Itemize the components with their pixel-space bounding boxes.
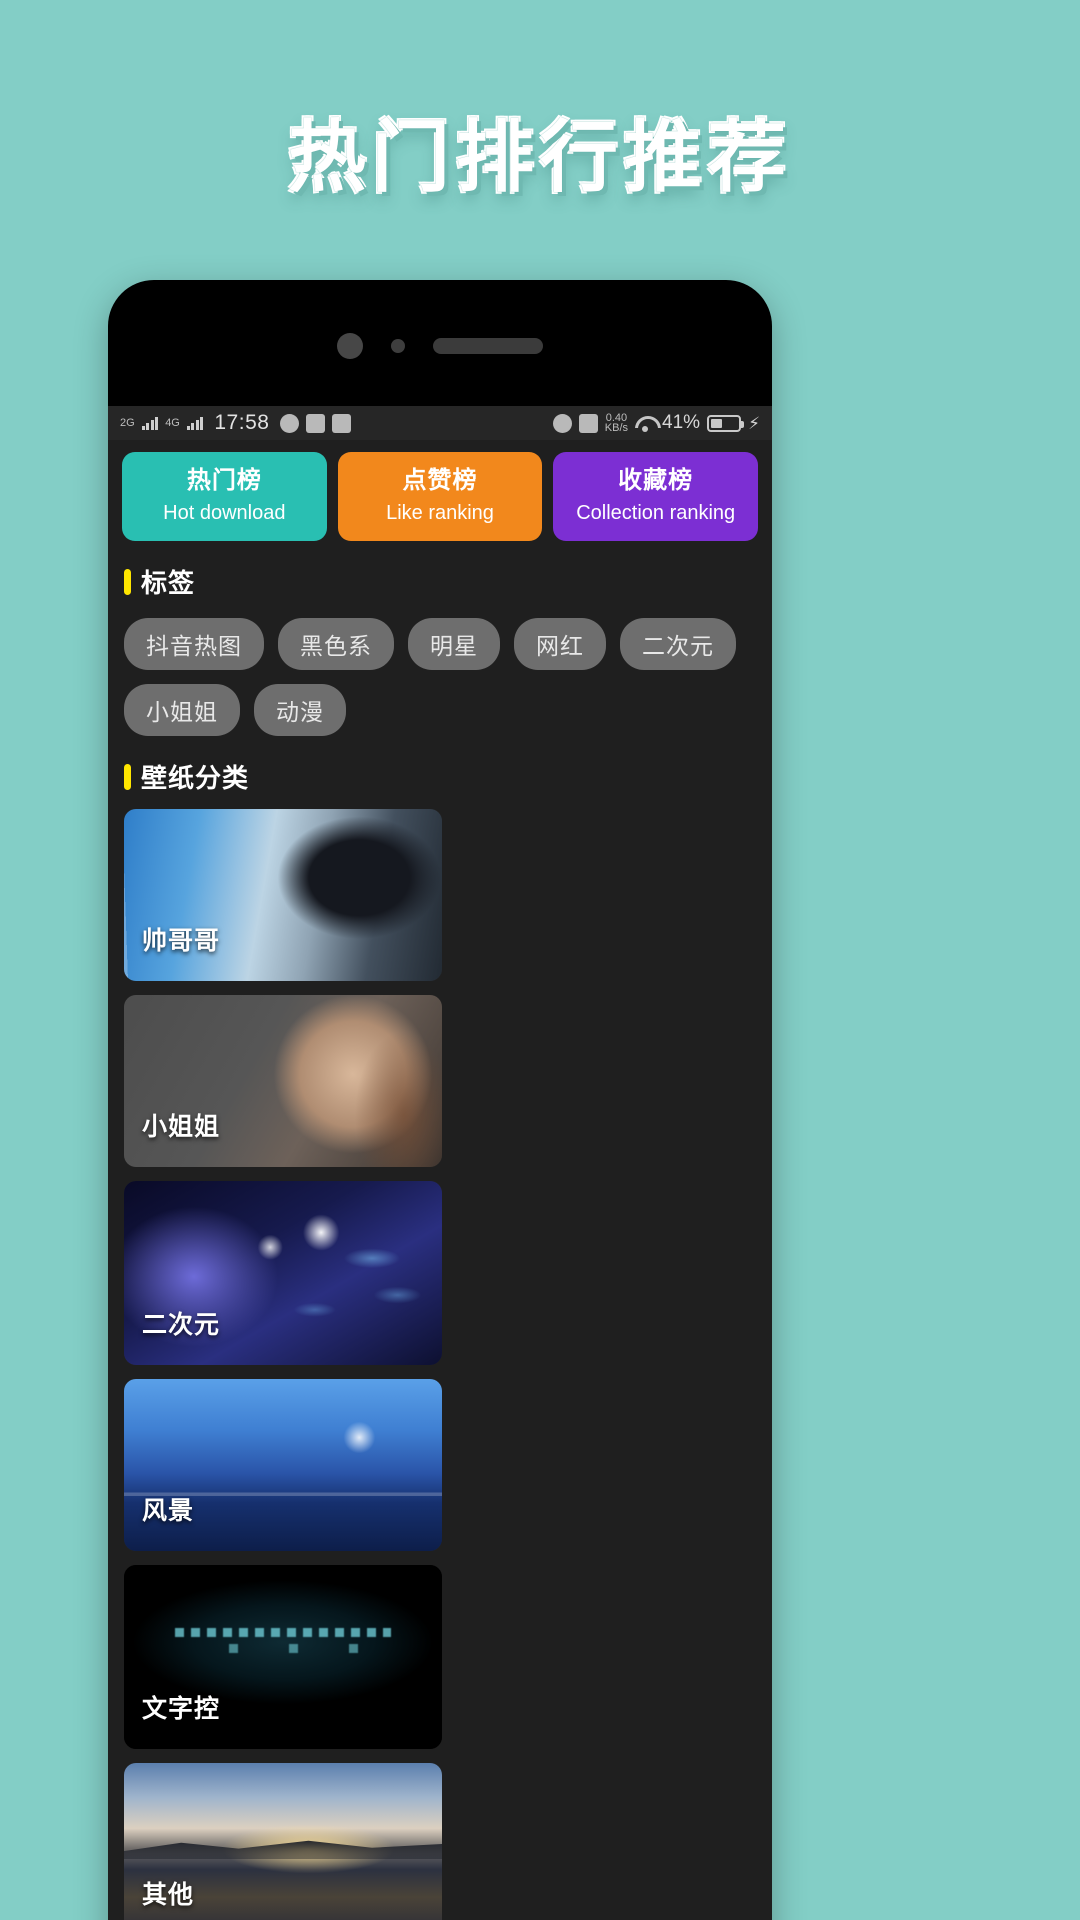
status-bar-right: 0.40 KB/s 41% ⚡ bbox=[552, 412, 760, 434]
tab-hot-download[interactable]: 热门榜 Hot download bbox=[122, 452, 327, 541]
network-2g-label: 2G bbox=[120, 416, 135, 429]
tag-chip[interactable]: 二次元 bbox=[620, 618, 736, 670]
tab-collection-ranking[interactable]: 收藏榜 Collection ranking bbox=[553, 452, 759, 541]
category-card[interactable]: 文字控 bbox=[124, 1565, 442, 1749]
phone-mockup: 2G 4G 17:58 0.40 KB/s 41% ⚡ 热门榜 Hot down… bbox=[108, 280, 772, 1920]
tag-chip[interactable]: 黑色系 bbox=[278, 618, 394, 670]
category-card[interactable]: 帅哥哥 bbox=[124, 809, 442, 981]
data-rate: 0.40 KB/s bbox=[604, 413, 629, 434]
front-camera-icon bbox=[337, 333, 363, 359]
status-bar-clock: 17:58 bbox=[214, 411, 270, 434]
tab-like-ranking[interactable]: 点赞榜 Like ranking bbox=[337, 452, 543, 541]
alarm-icon bbox=[280, 413, 300, 433]
category-card[interactable]: 其他 bbox=[124, 1763, 442, 1920]
wifi-icon bbox=[635, 416, 655, 432]
status-bar: 2G 4G 17:58 0.40 KB/s 41% ⚡ bbox=[108, 406, 772, 440]
battery-percent: 41% bbox=[662, 412, 701, 433]
section-header-tags: 标签 bbox=[108, 541, 772, 600]
vpn-icon bbox=[332, 413, 352, 433]
card-label: 帅哥哥 bbox=[142, 927, 221, 955]
signal-bars-icon bbox=[141, 416, 159, 430]
battery-icon bbox=[707, 414, 745, 432]
tab-like-label-en: Like ranking bbox=[386, 502, 494, 524]
app-content: 热门榜 Hot download 点赞榜 Like ranking 收藏榜 Co… bbox=[108, 440, 772, 1920]
sync-icon bbox=[578, 413, 598, 433]
section-accent-bar bbox=[124, 568, 131, 595]
status-bar-left: 2G 4G 17:58 bbox=[120, 411, 352, 435]
category-card[interactable]: 风景 bbox=[124, 1379, 442, 1551]
charging-bolt-icon: ⚡ bbox=[748, 413, 760, 433]
category-card[interactable]: 二次元 bbox=[124, 1181, 442, 1365]
tab-like-label-cn: 点赞榜 bbox=[402, 467, 478, 494]
tag-chip[interactable]: 抖音热图 bbox=[124, 618, 264, 670]
tag-chip[interactable]: 网红 bbox=[514, 618, 606, 670]
phone-screen: 2G 4G 17:58 0.40 KB/s 41% ⚡ 热门榜 Hot down… bbox=[108, 406, 772, 1920]
section-title-tags: 标签 bbox=[141, 568, 196, 598]
ranking-tabs: 热门榜 Hot download 点赞榜 Like ranking 收藏榜 Co… bbox=[108, 440, 772, 541]
signal-bars-icon-2 bbox=[186, 416, 204, 430]
page-title: 热门排行推荐 bbox=[287, 113, 792, 201]
card-label: 二次元 bbox=[142, 1311, 221, 1339]
clock-icon bbox=[552, 413, 572, 433]
network-4g-label: 4G bbox=[165, 416, 180, 429]
phone-notch bbox=[108, 326, 772, 366]
tag-chip[interactable]: 明星 bbox=[408, 618, 500, 670]
tag-chip[interactable]: 动漫 bbox=[254, 684, 346, 736]
sd-card-icon bbox=[306, 413, 326, 433]
tag-chip[interactable]: 小姐姐 bbox=[124, 684, 240, 736]
card-label: 风景 bbox=[142, 1497, 195, 1525]
section-title-wallpaper: 壁纸分类 bbox=[141, 763, 250, 793]
tag-chip-list: 抖音热图 黑色系 明星 网红 二次元 小姐姐 动漫 bbox=[108, 600, 772, 736]
tab-hot-label-cn: 热门榜 bbox=[186, 467, 262, 494]
section-accent-bar bbox=[124, 763, 131, 790]
category-card[interactable]: 小姐姐 bbox=[124, 995, 442, 1167]
sensor-icon bbox=[391, 339, 405, 353]
card-label: 其他 bbox=[142, 1881, 195, 1909]
card-label: 小姐姐 bbox=[142, 1113, 221, 1141]
section-header-wallpaper: 壁纸分类 bbox=[108, 736, 772, 795]
data-rate-unit: KB/s bbox=[604, 422, 629, 434]
card-label: 文字控 bbox=[142, 1695, 221, 1723]
wallpaper-category-grid: 帅哥哥 小姐姐 二次元 风景 文字控 其他 bbox=[108, 795, 772, 1920]
tab-hot-label-en: Hot download bbox=[163, 502, 286, 524]
tab-collect-label-cn: 收藏榜 bbox=[618, 467, 694, 494]
earpiece-speaker-icon bbox=[433, 338, 543, 354]
tab-collect-label-en: Collection ranking bbox=[576, 502, 736, 524]
